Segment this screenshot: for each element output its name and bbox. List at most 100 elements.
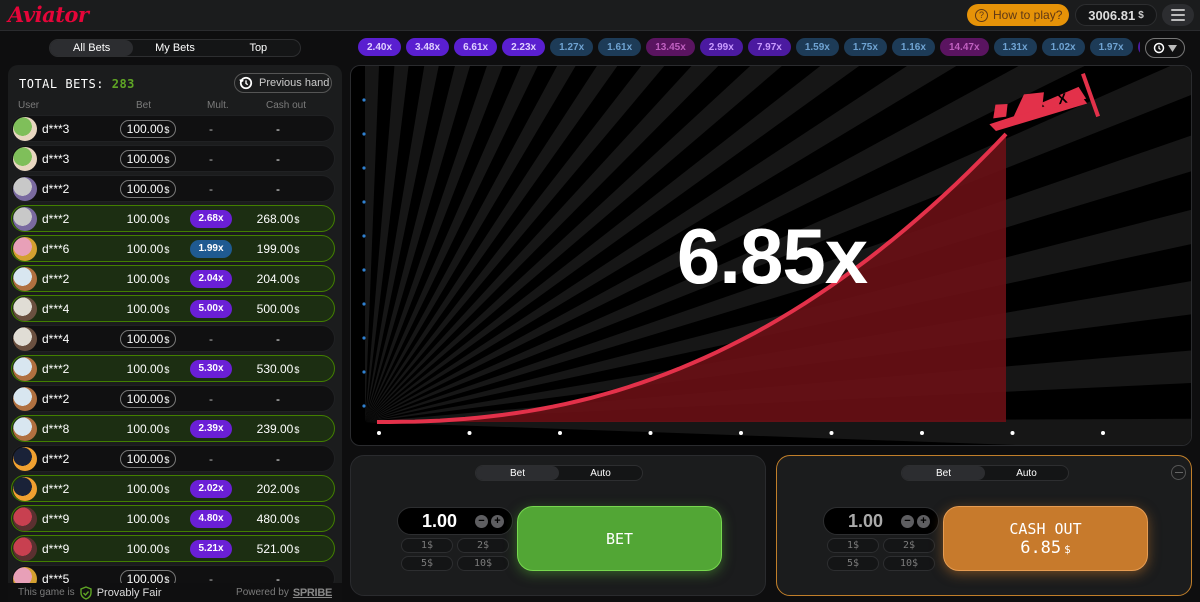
how-to-play-button[interactable]: ? How to play? (967, 4, 1069, 26)
cashout-value: - (276, 151, 280, 166)
history-multiplier[interactable]: 2.99x (699, 38, 743, 56)
currency: $ (294, 544, 300, 555)
cash-out-button[interactable]: CASH OUT 6.85 $ (943, 506, 1148, 571)
provably-fair-link[interactable]: Provably Fair (97, 587, 162, 599)
bet-amount-value[interactable]: 1.00 (848, 511, 883, 532)
previous-hand-button[interactable]: Previous hand (234, 73, 332, 93)
history-multiplier[interactable]: 2.23x (502, 38, 546, 56)
tab-top[interactable]: Top (217, 40, 300, 56)
history-dropdown-button[interactable] (1145, 38, 1185, 58)
history-multiplier[interactable]: 1.97x (1089, 38, 1133, 56)
bet-row-cashout: 530.00$ (248, 362, 308, 376)
bet-row-amount: 100.00$ (120, 542, 176, 556)
bet-row: d***9 100.00$ 4.80x 480.00$ (11, 505, 335, 532)
panel-footer: This game is Provably Fair Powered by SP… (8, 583, 342, 602)
y-axis-dot (362, 336, 366, 340)
bet-row: d***8 100.00$ 2.39x 239.00$ (11, 415, 335, 442)
cash-out-amount: 6.85 $ (1020, 538, 1071, 558)
x-axis-dot (739, 431, 743, 435)
tab-auto[interactable]: Auto (559, 466, 642, 480)
history-multiplier[interactable]: 1.27x (550, 38, 594, 56)
previous-hand-label: Previous hand (259, 77, 330, 89)
bet-row-amount: 100.00$ (120, 482, 176, 496)
bet-row: d***2 100.00$ - - (11, 445, 335, 472)
quick-amount-2[interactable]: 2$ (457, 538, 509, 553)
bet-value: 100.00 (126, 151, 164, 166)
history-multiplier[interactable]: 1.75x (843, 38, 887, 56)
bet-panel-2-tabs: Bet Auto (901, 465, 1069, 481)
bet-row-cashout: - (248, 152, 308, 166)
avatar (13, 387, 37, 411)
increase-amount-button[interactable]: + (491, 515, 504, 528)
history-multiplier[interactable]: 1.61x (598, 38, 642, 56)
bet-button[interactable]: BET (517, 506, 722, 571)
decrease-amount-button[interactable]: − (475, 515, 488, 528)
avatar (13, 297, 37, 321)
balance-display: 3006.81 $ (1075, 4, 1157, 26)
bets-list[interactable]: d***3 100.00$ - - d***3 100.00$ - - d***2 100.00$… (11, 115, 335, 595)
increase-amount-button[interactable]: + (917, 515, 930, 528)
history-multiplier[interactable]: 1.59x (795, 38, 839, 56)
bet-row-amount: 100.00$ (120, 242, 176, 256)
history-multiplier[interactable]: 7.97x (747, 38, 791, 56)
bet-amount-input[interactable]: 1.00 − + (397, 507, 513, 535)
balance-amount: 3006.81 (1088, 7, 1136, 23)
bet-row-cashout: - (248, 332, 308, 346)
bet-value: 100.00 (126, 331, 164, 346)
tab-all-bets[interactable]: All Bets (50, 40, 134, 56)
quick-amount-10[interactable]: 10$ (883, 556, 935, 571)
quick-amount-2[interactable]: 2$ (883, 538, 935, 553)
avatar (13, 537, 37, 561)
remove-panel-button[interactable] (1171, 465, 1186, 480)
quick-amount-5[interactable]: 5$ (827, 556, 879, 571)
column-cashout: Cash out (266, 100, 307, 111)
x-axis-dot (467, 431, 472, 435)
history-multiplier[interactable]: 14.47x (939, 38, 989, 56)
history-multiplier[interactable]: 2.40x (358, 38, 402, 56)
cashout-value: 204.00 (256, 271, 294, 286)
quick-amount-5[interactable]: 5$ (401, 556, 453, 571)
avatar (13, 177, 37, 201)
tab-bet[interactable]: Bet (902, 466, 985, 480)
currency: $ (294, 514, 300, 525)
menu-button[interactable] (1162, 4, 1194, 26)
avatar (13, 327, 37, 351)
bet-row-multiplier: 5.00x (190, 299, 232, 318)
tab-bet[interactable]: Bet (476, 466, 559, 480)
history-multiplier[interactable]: 13.45x (646, 38, 695, 56)
history-multiplier[interactable]: 1.31x (993, 38, 1037, 56)
tab-my-bets[interactable]: My Bets (133, 40, 216, 56)
cashout-value: - (276, 181, 280, 196)
currency: $ (164, 364, 170, 375)
quick-amount-1[interactable]: 1$ (827, 538, 879, 553)
y-axis-dot (362, 200, 366, 204)
question-icon: ? (975, 8, 988, 22)
bet-row-amount: 100.00$ (120, 272, 176, 286)
history-multiplier[interactable]: 1.16x (891, 38, 935, 56)
history-multiplier[interactable]: 1.02x (1041, 38, 1085, 56)
x-axis-dot (1010, 431, 1015, 435)
bet-row-user: d***4 (42, 331, 70, 346)
history-multiplier[interactable]: 6.61x (454, 38, 498, 56)
history-multiplier[interactable]: 3.48x (406, 38, 450, 56)
quick-amount-10[interactable]: 10$ (457, 556, 509, 571)
bet-row-cashout: 480.00$ (248, 512, 308, 526)
x-axis-dot (829, 431, 834, 435)
bet-row-cashout: 268.00$ (248, 212, 308, 226)
tab-auto[interactable]: Auto (985, 466, 1068, 480)
cash-out-label: CASH OUT (1009, 519, 1082, 538)
bet-row-multiplier: - (209, 451, 213, 466)
bet-row-user: d***6 (42, 241, 70, 256)
history-icon (239, 76, 253, 90)
bet-row-amount: 100.00$ (120, 362, 176, 376)
bet-row-amount: 100.00$ (120, 212, 176, 226)
cashout-value: - (276, 391, 280, 406)
quick-amount-1[interactable]: 1$ (401, 538, 453, 553)
bet-row-cashout: 500.00$ (248, 302, 308, 316)
bet-amount-input[interactable]: 1.00 − + (823, 507, 939, 535)
decrease-amount-button[interactable]: − (901, 515, 914, 528)
currency: $ (294, 424, 300, 435)
currency: $ (294, 484, 300, 495)
history-multiplier[interactable]: 2.03x (1137, 38, 1140, 56)
bet-amount-value[interactable]: 1.00 (422, 511, 457, 532)
